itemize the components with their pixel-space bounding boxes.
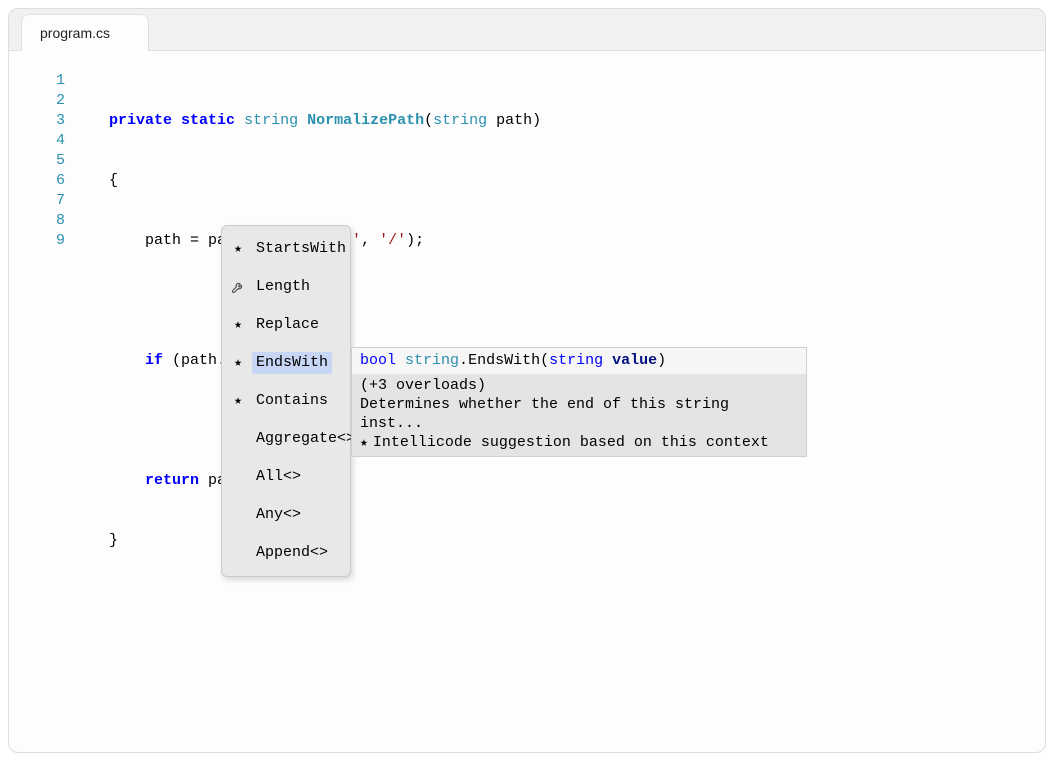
- blank-icon: [230, 545, 246, 561]
- tooltip-signature: bool string.EndsWith(string value): [352, 348, 806, 374]
- intellisense-item-label: StartsWith: [252, 238, 350, 260]
- star-icon: ★: [230, 241, 246, 257]
- code-line: {: [109, 171, 541, 191]
- intellisense-item[interactable]: Any<>: [222, 496, 350, 534]
- star-icon: ★: [230, 317, 246, 333]
- tooltip-hint: ★ Intellicode suggestion based on this c…: [360, 433, 798, 452]
- tooltip-body: (+3 overloads) Determines whether the en…: [352, 374, 806, 456]
- intellisense-item[interactable]: ★ Replace: [222, 306, 350, 344]
- editor-window: program.cs 1 2 3 4 5 6 7 8 9 private sta…: [8, 8, 1046, 753]
- intellisense-item[interactable]: ★ StartsWith: [222, 230, 350, 268]
- line-number: 7: [9, 191, 65, 211]
- star-icon: ★: [230, 355, 246, 371]
- intellisense-item-label: Aggregate<>: [252, 428, 359, 450]
- star-icon: ★: [230, 393, 246, 409]
- file-tab[interactable]: program.cs: [21, 14, 149, 51]
- intellisense-item-label: All<>: [252, 466, 305, 488]
- intellisense-item[interactable]: Aggregate<>: [222, 420, 350, 458]
- line-number: 5: [9, 151, 65, 171]
- tooltip-hint-text: Intellicode suggestion based on this con…: [373, 433, 769, 452]
- line-number: 1: [9, 71, 65, 91]
- intellisense-item[interactable]: Append<>: [222, 534, 350, 572]
- line-number: 8: [9, 211, 65, 231]
- blank-icon: [230, 469, 246, 485]
- star-icon: ★: [360, 433, 368, 452]
- intellisense-item-label: Append<>: [252, 542, 332, 564]
- line-number: 3: [9, 111, 65, 131]
- code-area[interactable]: 1 2 3 4 5 6 7 8 9 private static string …: [9, 51, 1045, 651]
- line-number: 9: [9, 231, 65, 251]
- blank-icon: [230, 431, 246, 447]
- intellisense-item[interactable]: All<>: [222, 458, 350, 496]
- intellisense-item[interactable]: ★ Contains: [222, 382, 350, 420]
- intellisense-tooltip: bool string.EndsWith(string value) (+3 o…: [351, 347, 807, 457]
- tab-bar: program.cs: [9, 9, 1045, 51]
- line-number: 4: [9, 131, 65, 151]
- intellisense-item-label: Length: [252, 276, 314, 298]
- code-line: private static string NormalizePath(stri…: [109, 111, 541, 131]
- blank-icon: [230, 507, 246, 523]
- intellisense-item[interactable]: ★ EndsWith: [222, 344, 350, 382]
- intellisense-item-label: EndsWith: [252, 352, 332, 374]
- tooltip-overloads: (+3 overloads): [360, 376, 798, 395]
- tooltip-description: Determines whether the end of this strin…: [360, 395, 798, 433]
- line-number: 2: [9, 91, 65, 111]
- intellisense-popup[interactable]: ★ StartsWith Length ★ Replace ★ EndsWith ★ Conta…: [221, 225, 351, 577]
- file-tab-label: program.cs: [40, 25, 110, 41]
- line-gutter: 1 2 3 4 5 6 7 8 9: [9, 71, 71, 651]
- intellisense-item-label: Replace: [252, 314, 323, 336]
- intellisense-item-label: Any<>: [252, 504, 305, 526]
- intellisense-item[interactable]: Length: [222, 268, 350, 306]
- code-line: [109, 591, 541, 611]
- wrench-icon: [230, 279, 246, 295]
- intellisense-item-label: Contains: [252, 390, 332, 412]
- line-number: 6: [9, 171, 65, 191]
